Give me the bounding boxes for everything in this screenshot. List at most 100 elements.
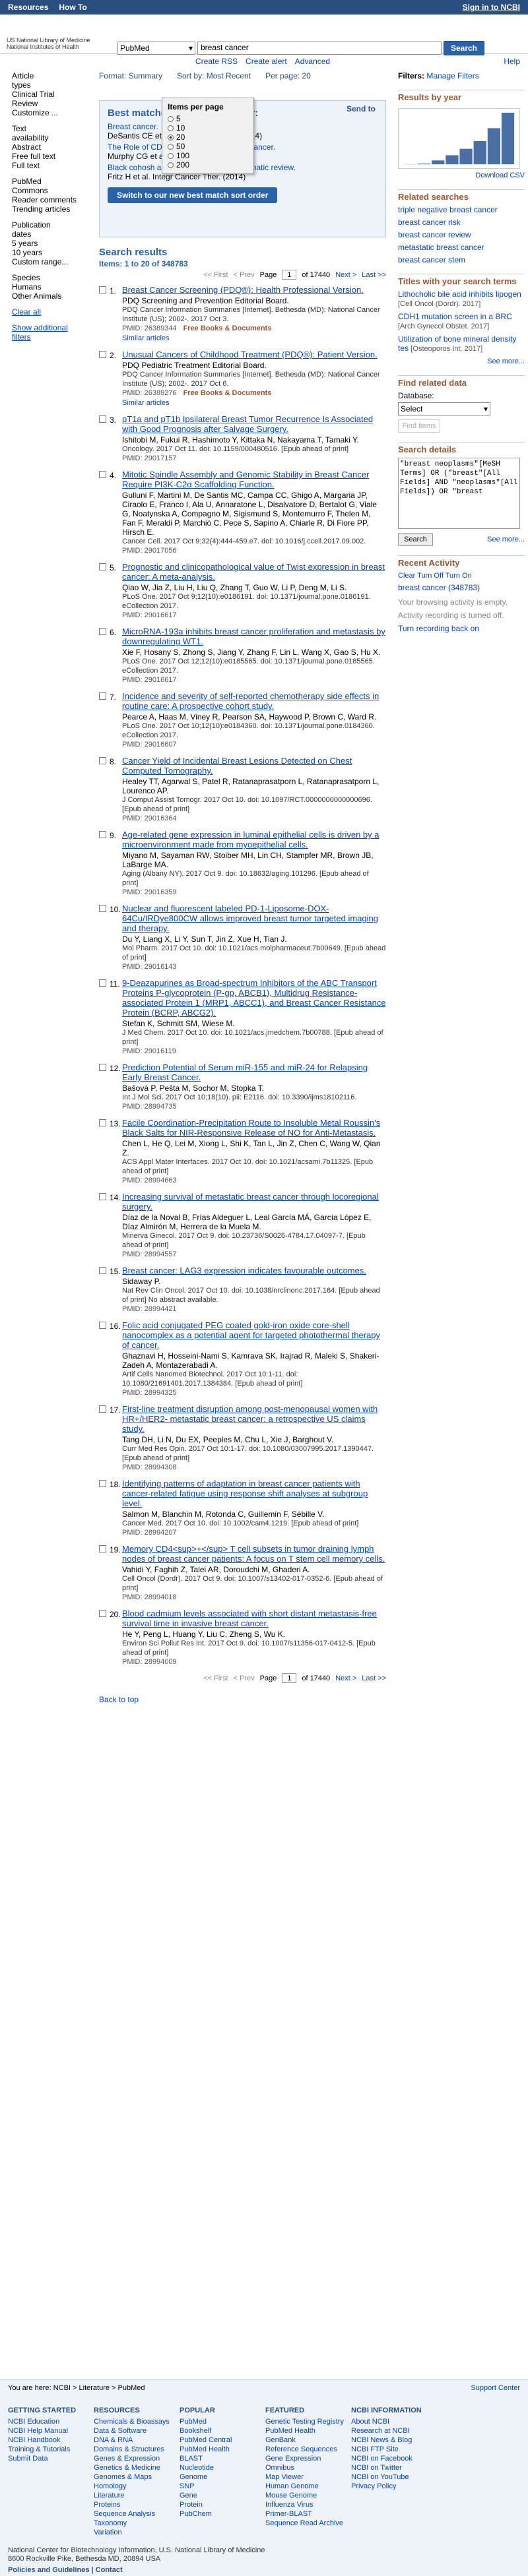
results-by-year-chart[interactable] [398,108,520,169]
last-page-link[interactable]: Last >> [362,271,386,279]
filter-5-years[interactable]: 5 years [12,239,79,248]
per-page-option[interactable]: 5 [168,114,248,123]
result-checkbox[interactable] [99,831,106,838]
database-dropdown[interactable]: Select ▾ [398,402,490,415]
result-checkbox[interactable] [99,692,106,700]
filter-trending[interactable]: Trending articles [12,204,79,214]
result-title-link[interactable]: Prediction Potential of Serum miR-155 an… [122,1062,368,1082]
result-title-link[interactable]: Breast Cancer Screening (PDQ®): Health P… [122,285,364,295]
recent-search-link[interactable]: breast cancer (348783) [398,583,525,592]
first-page-link[interactable]: << First [203,1674,228,1682]
footer-link[interactable]: Sequence Analysis [94,2509,180,2519]
result-title-link[interactable]: First-line treatment disruption among po… [122,1404,378,1434]
help-link[interactable]: Help [504,57,520,66]
per-page-option[interactable]: 50 [168,142,248,151]
see-more-link[interactable]: See more... [398,357,525,366]
result-title-link[interactable]: Folic acid conjugated PEG coated gold-ir… [122,1320,380,1350]
footer-link[interactable]: Research at NCBI [351,2426,437,2436]
nlm-logo[interactable]: US National Library of Medicine National… [7,37,90,50]
prev-page-link[interactable]: < Prev [234,1674,255,1682]
result-checkbox[interactable] [99,905,106,912]
filter-clinical-trial[interactable]: Clinical Trial [12,90,79,99]
footer-link[interactable]: Primer-BLAST [265,2509,351,2519]
filter-custom-range[interactable]: Custom range... [12,257,79,266]
footer-link[interactable]: Chemicals & Bioassays [94,2417,180,2426]
filter-full-text[interactable]: Full text [12,161,79,170]
result-title-link[interactable]: MicroRNA-193a inhibits breast cancer pro… [122,627,385,646]
footer-link[interactable]: Genetic Testing Registry [265,2417,351,2426]
clear-all-link[interactable]: Clear all [12,307,79,317]
title-link[interactable]: CDH1 mutation screen in a BRC [398,312,512,321]
search-details-textarea[interactable]: "breast neoplasms"[MeSH Terms] OR ("brea… [398,458,520,529]
footer-link[interactable]: Map Viewer [265,2472,351,2482]
per-page-option[interactable]: 100 [168,151,248,160]
footer-link[interactable]: Mouse Genome [265,2491,351,2500]
find-items-button[interactable]: Find items [398,419,440,433]
activity-toggle-links[interactable]: Clear Turn Off Turn On [398,571,525,580]
footer-link[interactable]: Gene [180,2491,265,2500]
turn-recording-on-link[interactable]: Turn recording back on [398,624,525,633]
result-checkbox[interactable] [99,1064,106,1071]
year-bar[interactable] [459,148,473,165]
result-title-link[interactable]: Nuclear and fluorescent labeled PD-1-Lip… [122,904,378,933]
next-page-link[interactable]: Next > [335,271,356,279]
result-checkbox[interactable] [99,1405,106,1413]
sign-in-link[interactable]: Sign in to NCBI [463,3,520,12]
resources-menu[interactable]: Resources [8,3,48,12]
filter-humans[interactable]: Humans [12,282,79,291]
details-see-more-link[interactable]: See more... [487,535,525,544]
footer-link[interactable]: NCBI on Facebook [351,2454,437,2463]
result-title-link[interactable]: Breast cancer: LAG3 expression indicates… [122,1266,366,1275]
related-search-link[interactable]: breast cancer stem [398,255,525,264]
result-title-link[interactable]: 9-Deazapurines as Broad-spectrum Inhibit… [122,978,386,1018]
footer-link[interactable]: Nucleotide [180,2463,265,2472]
footer-link[interactable]: Influenza Virus [265,2500,351,2509]
footer-link[interactable]: Human Genome [265,2482,351,2491]
result-title-link[interactable]: Mitotic Spindle Assembly and Genomic Sta… [122,470,369,489]
back-to-top-link[interactable]: Back to top [99,1695,139,1704]
result-checkbox[interactable] [99,563,106,570]
footer-link[interactable]: About NCBI [351,2417,437,2426]
footer-link[interactable]: NCBI FTP Site [351,2445,437,2454]
footer-link[interactable]: PubMed [180,2417,265,2426]
footer-link[interactable]: NCBI Help Manual [8,2426,94,2436]
result-checkbox[interactable] [99,628,106,635]
search-button[interactable]: Search [444,41,484,55]
result-title-link[interactable]: pT1a and pT1b Ipsilateral Breast Tumor R… [122,414,373,434]
year-bar[interactable] [446,155,459,165]
per-page-setting[interactable]: Per page: 20 [265,71,311,80]
result-checkbox[interactable] [99,286,106,293]
result-checkbox[interactable] [99,1119,106,1126]
footer-link[interactable]: BLAST [180,2454,265,2463]
result-title-link[interactable]: Memory CD4<sup>+</sup> T cell subsets in… [122,1544,385,1564]
footer-link[interactable]: Training & Tutorials [8,2445,94,2454]
page-input[interactable] [282,270,297,280]
per-page-option[interactable]: 200 [168,160,248,169]
footer-link[interactable]: Domains & Structures [94,2445,180,2454]
result-checkbox[interactable] [99,1480,106,1487]
advanced-link[interactable]: Advanced [295,57,330,66]
year-bar[interactable] [432,160,445,165]
footer-link[interactable]: NCBI Handbook [8,2436,94,2445]
database-select[interactable]: PubMed ▾ [117,42,195,55]
filter-free-full-text[interactable]: Free full text [12,152,79,161]
year-bar[interactable] [473,140,486,165]
filter-customize[interactable]: Customize ... [12,108,79,117]
footer-link[interactable]: NCBI News & Blog [351,2436,437,2445]
last-page-link[interactable]: Last >> [362,1674,386,1682]
footer-link[interactable]: NCBI on YouTube [351,2472,437,2482]
footer-link[interactable]: PubMed Health [265,2426,351,2436]
prev-page-link[interactable]: < Prev [234,271,255,279]
free-books-badge[interactable]: Free Books & Documents [183,389,272,397]
result-checkbox[interactable] [99,351,106,358]
footer-link[interactable]: Reference Sequences [265,2445,351,2454]
format-setting[interactable]: Format: Summary [99,71,162,80]
footer-link[interactable]: Proteins [94,2500,180,2509]
search-input[interactable]: breast cancer [197,42,442,55]
result-checkbox[interactable] [99,1322,106,1329]
footer-link[interactable]: Taxonomy [94,2519,180,2528]
next-page-link[interactable]: Next > [335,1674,356,1682]
footer-link[interactable]: Protein [180,2500,265,2509]
footer-link[interactable]: PubMed Health [180,2445,265,2454]
footer-link[interactable]: NCBI on Twitter [351,2463,437,2472]
